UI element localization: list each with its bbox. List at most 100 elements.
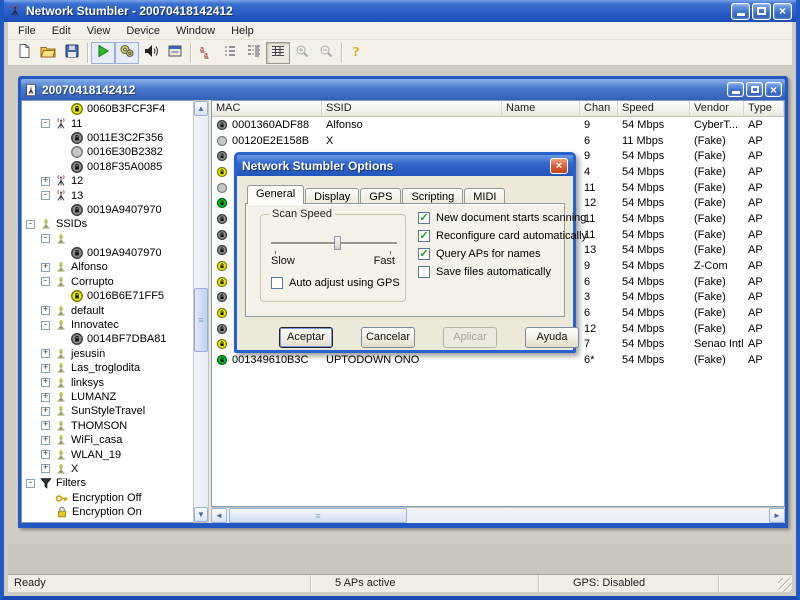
ayuda-button[interactable]: Ayuda: [525, 327, 579, 348]
enable-sound-button[interactable]: [139, 42, 163, 64]
tree-item-corrupto[interactable]: -Corrupto: [22, 275, 193, 289]
tree-item-x[interactable]: +X: [22, 462, 193, 476]
tree-item-wlan-19[interactable]: +WLAN_19: [22, 447, 193, 461]
checked-checkbox-icon[interactable]: ✓: [418, 248, 430, 260]
checkbox-new-document-starts-scanning[interactable]: ✓New document starts scanning: [418, 212, 586, 224]
expand-icon[interactable]: +: [41, 378, 50, 387]
collapse-icon[interactable]: -: [26, 479, 35, 488]
tree-item[interactable]: -: [22, 232, 193, 246]
menu-device[interactable]: Device: [118, 23, 168, 39]
column-header-type[interactable]: Type: [744, 101, 784, 116]
dialog-close-button[interactable]: ×: [550, 158, 568, 174]
tree-item-0011e3c2f356[interactable]: 0011E3C2F356: [22, 131, 193, 145]
details-outline-view-button[interactable]: [242, 42, 266, 64]
open-file-button[interactable]: [36, 42, 60, 64]
tree-item-0060b3fcf3f4[interactable]: 0060B3FCF3F4: [22, 102, 193, 116]
table-horizontal-scrollbar[interactable]: ◄ ►: [211, 507, 785, 523]
tree-item-0019a9407970[interactable]: 0019A9407970: [22, 246, 193, 260]
column-header-mac[interactable]: MAC: [212, 101, 322, 116]
tree-item-wifi-casa[interactable]: +WiFi_casa: [22, 433, 193, 447]
tree-item-ssids[interactable]: -SSIDs: [22, 217, 193, 231]
doc-minimize-button[interactable]: [727, 82, 744, 97]
expand-icon[interactable]: +: [41, 393, 50, 402]
auto-size-columns-button[interactable]: aa: [194, 42, 218, 64]
expand-icon[interactable]: +: [41, 421, 50, 430]
tab-gps[interactable]: GPS: [360, 188, 401, 204]
tree-item-0016e30b2382[interactable]: 0016E30B2382: [22, 145, 193, 159]
expand-icon[interactable]: +: [41, 407, 50, 416]
tree-item-filters[interactable]: -Filters: [22, 476, 193, 490]
auto-adjust-gps-checkbox[interactable]: Auto adjust using GPS: [271, 277, 400, 289]
tree-item-jesusin[interactable]: +jesusin: [22, 347, 193, 361]
save-file-button[interactable]: [60, 42, 84, 64]
tree-item-default[interactable]: +default: [22, 303, 193, 317]
minimize-button[interactable]: [731, 3, 750, 20]
doc-close-button[interactable]: ×: [765, 82, 782, 97]
scroll-left-icon[interactable]: ◄: [211, 508, 227, 523]
tree-item-0014bf7dba81[interactable]: 0014BF7DBA81: [22, 332, 193, 346]
checked-checkbox-icon[interactable]: ✓: [418, 212, 430, 224]
tree-item-lumanz[interactable]: +LUMANZ: [22, 390, 193, 404]
tree-item-thomson[interactable]: +THOMSON: [22, 419, 193, 433]
table-row[interactable]: 0001360ADF88Alfonso954 MbpsCyberT...AP: [212, 117, 784, 133]
expand-icon[interactable]: +: [41, 349, 50, 358]
expand-icon[interactable]: +: [41, 464, 50, 473]
column-header-speed[interactable]: Speed: [618, 101, 690, 116]
auto-reconfigure-button[interactable]: [115, 42, 139, 64]
new-document-button[interactable]: [12, 42, 36, 64]
tree-item-encryption-off[interactable]: Encryption Off: [22, 491, 193, 505]
checkbox-save-files-automatically[interactable]: Save files automatically: [418, 266, 551, 278]
tab-scripting[interactable]: Scripting: [402, 188, 463, 204]
tree-item-sunstyletravel[interactable]: +SunStyleTravel: [22, 404, 193, 418]
checkbox-query-aps-for-names[interactable]: ✓Query APs for names: [418, 248, 541, 260]
tree-item-0016b6e71ff5[interactable]: 0016B6E71FF5: [22, 289, 193, 303]
options-button[interactable]: [163, 42, 187, 64]
tree-item-linksys[interactable]: +linksys: [22, 375, 193, 389]
close-button[interactable]: ×: [773, 3, 792, 20]
tree-item-11[interactable]: -11: [22, 116, 193, 130]
checkbox-icon[interactable]: [271, 277, 283, 289]
expand-icon[interactable]: +: [41, 263, 50, 272]
doc-restore-button[interactable]: [746, 82, 763, 97]
tab-midi[interactable]: MIDI: [464, 188, 505, 204]
tab-display[interactable]: Display: [305, 188, 359, 204]
unchecked-checkbox-icon[interactable]: [418, 266, 430, 278]
outline-view-button[interactable]: [218, 42, 242, 64]
column-header-name[interactable]: Name: [502, 101, 580, 116]
tree-vertical-scrollbar[interactable]: ▲ ▼: [193, 100, 209, 523]
details-view-button[interactable]: [266, 42, 290, 64]
tree-item-0019a9407970[interactable]: 0019A9407970: [22, 203, 193, 217]
tree-item-12[interactable]: +12: [22, 174, 193, 188]
tree-item-alfonso[interactable]: +Alfonso: [22, 260, 193, 274]
table-row[interactable]: 001349610B3CUPTODOWN ONO6*54 Mbps(Fake)A…: [212, 352, 784, 368]
resize-grip[interactable]: [778, 578, 792, 592]
menu-view[interactable]: View: [79, 23, 119, 39]
table-scroll-thumb[interactable]: [229, 508, 407, 523]
column-header-ssid[interactable]: SSID: [322, 101, 502, 116]
slider-thumb[interactable]: [334, 236, 341, 250]
tree-item-encryption-on[interactable]: Encryption On: [22, 505, 193, 519]
menu-help[interactable]: Help: [223, 23, 262, 39]
maximize-button[interactable]: [752, 3, 771, 20]
enable-scan-button[interactable]: [91, 42, 115, 64]
expand-icon[interactable]: +: [41, 177, 50, 186]
checked-checkbox-icon[interactable]: ✓: [418, 230, 430, 242]
expand-icon[interactable]: +: [41, 364, 50, 373]
collapse-icon[interactable]: -: [41, 119, 50, 128]
tree-scroll-thumb[interactable]: [194, 288, 208, 352]
collapse-icon[interactable]: -: [41, 277, 50, 286]
menu-file[interactable]: File: [10, 23, 44, 39]
cancelar-button[interactable]: Cancelar: [361, 327, 415, 348]
help-button[interactable]: ?: [345, 42, 369, 64]
scroll-down-icon[interactable]: ▼: [194, 507, 208, 522]
tab-general[interactable]: General: [247, 185, 304, 204]
menu-edit[interactable]: Edit: [44, 23, 79, 39]
collapse-icon[interactable]: -: [26, 220, 35, 229]
collapse-icon[interactable]: -: [41, 191, 50, 200]
checkbox-reconfigure-card-automatically[interactable]: ✓Reconfigure card automatically: [418, 230, 587, 242]
expand-icon[interactable]: +: [41, 436, 50, 445]
scroll-up-icon[interactable]: ▲: [194, 101, 208, 116]
expand-icon[interactable]: +: [41, 306, 50, 315]
aceptar-button[interactable]: Aceptar: [279, 327, 333, 348]
tree-item-13[interactable]: -13: [22, 188, 193, 202]
